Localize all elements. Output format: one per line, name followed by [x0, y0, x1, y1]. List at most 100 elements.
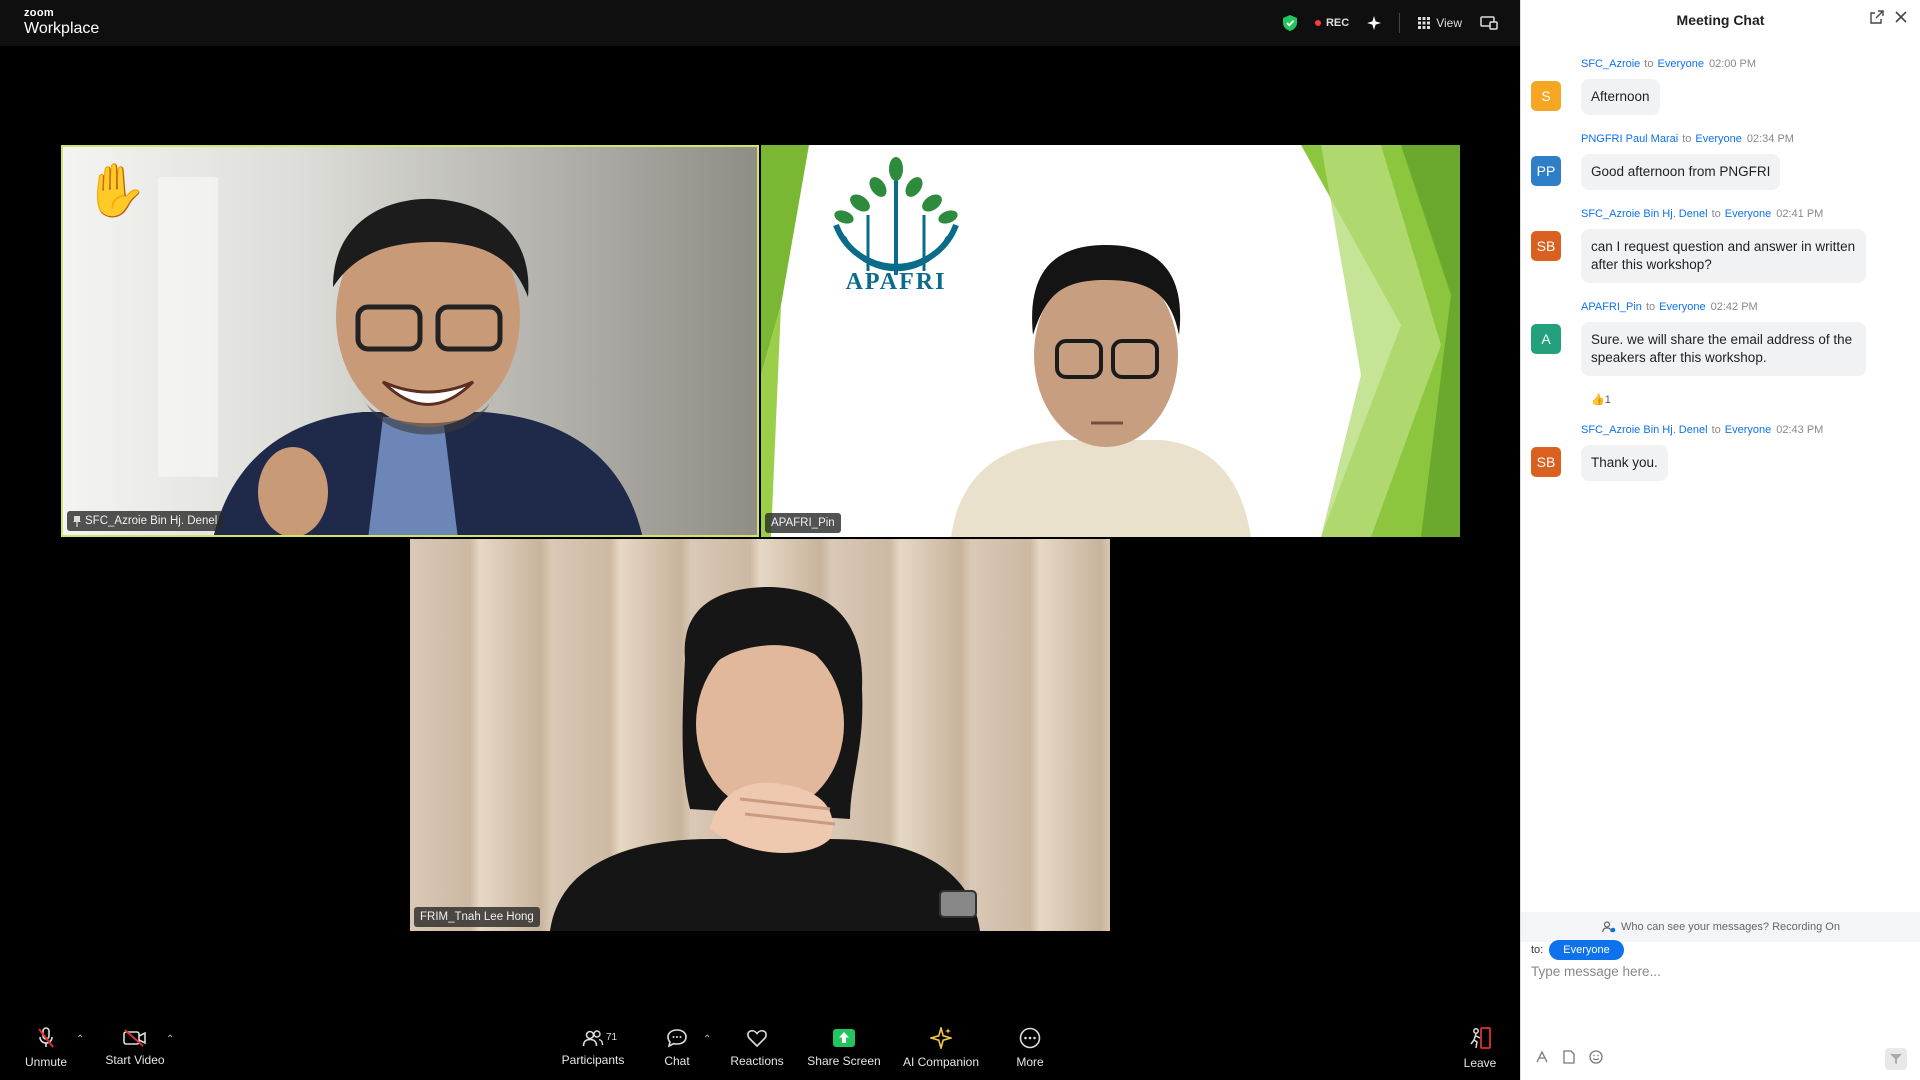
view-label: View [1436, 16, 1462, 30]
view-button[interactable]: View [1418, 16, 1462, 30]
message-recipient: Everyone [1695, 133, 1742, 145]
avatar: SB [1531, 231, 1561, 261]
privacy-notice[interactable]: Who can see your messages? Recording On [1521, 912, 1920, 942]
message-time: 02:43 PM [1776, 424, 1824, 436]
participants-icon [582, 1030, 604, 1047]
to-word: to [1711, 208, 1721, 220]
chat-message[interactable]: SFC_Azroie to Everyone 02:00 PM S Afternoon [1531, 58, 1911, 118]
file-icon[interactable] [1563, 1050, 1575, 1064]
more-button[interactable]: More [1010, 1016, 1050, 1080]
chat-message[interactable]: APAFRI_Pin to Everyone 02:42 PM A Sure. we … [1531, 301, 1911, 409]
apafri-logo [833, 157, 959, 275]
divider [1399, 13, 1401, 33]
brand-top: zoom [24, 7, 54, 19]
privacy-icon [1602, 921, 1616, 933]
recording-indicator[interactable]: REC [1314, 17, 1350, 29]
message-sender[interactable]: SFC_Azroie Bin Hj. Denel [1581, 208, 1708, 220]
participant-name-tag: FRIM_Tnah Lee Hong [414, 907, 540, 927]
chat-panel: Meeting Chat SFC_Azroie to Everyone 02:00 P… [1520, 0, 1920, 1080]
chat-message[interactable]: SFC_Azroie Bin Hj. Denel to Everyone 02:41 … [1531, 208, 1911, 288]
chat-options-caret[interactable]: ⌃ [703, 1034, 711, 1045]
participant-name: APAFRI_Pin [771, 517, 835, 529]
message-recipient: Everyone [1657, 58, 1704, 70]
chat-message[interactable]: SFC_Azroie Bin Hj. Denel to Everyone 02:43 … [1531, 424, 1911, 484]
meeting-toolbar: Unmute ⌃ Start Video ⌃ Participants 71 C… [0, 1016, 1520, 1080]
message-meta: PNGFRI Paul Marai to Everyone 02:34 PM [1581, 133, 1794, 145]
message-input[interactable] [1531, 964, 1911, 979]
message-sender[interactable]: APAFRI_Pin [1581, 301, 1642, 313]
brand-logo: zoom Workplace [24, 8, 99, 37]
message-time: 02:00 PM [1708, 58, 1757, 70]
recipient-dropdown[interactable]: Everyone [1549, 940, 1624, 960]
message-bubble: Afternoon [1581, 79, 1660, 115]
avatar: S [1531, 81, 1561, 111]
message-reaction[interactable]: 👍1 [1591, 393, 1611, 406]
send-icon [1890, 1054, 1902, 1064]
screen-icon[interactable] [1480, 16, 1498, 30]
message-bubble: can I request question and answer in wri… [1581, 229, 1866, 283]
more-label: More [1016, 1055, 1044, 1069]
video-tile-frim[interactable]: FRIM_Tnah Lee Hong [410, 539, 1110, 931]
ai-companion-icon [930, 1027, 952, 1049]
shield-icon[interactable] [1282, 15, 1297, 31]
share-screen-button[interactable]: Share Screen [804, 1016, 884, 1080]
top-bar-controls: REC View [1282, 0, 1498, 46]
audio-options-caret[interactable]: ⌃ [76, 1034, 84, 1045]
apafri-logo-text: APAFRI [846, 269, 947, 295]
popout-icon[interactable] [1870, 10, 1884, 24]
reactions-icon [747, 1029, 767, 1048]
rec-dot-icon [1314, 20, 1321, 26]
participants-button[interactable]: Participants [556, 1016, 630, 1080]
video-tile-apafri[interactable]: APAFRI APAFRI_Pin [761, 145, 1460, 537]
message-meta: SFC_Azroie Bin Hj. Denel to Everyone 02:43 … [1581, 424, 1823, 436]
leave-button[interactable]: Leave [1460, 1016, 1500, 1080]
video-options-caret[interactable]: ⌃ [166, 1034, 174, 1045]
share-screen-icon [833, 1029, 855, 1047]
chat-button[interactable]: Chat [658, 1016, 696, 1080]
privacy-text: Who can see your messages? Recording On [1621, 921, 1840, 933]
to-word: to [1682, 133, 1692, 145]
video-muted-icon [123, 1029, 146, 1047]
participant-name-tag: SFC_Azroie Bin Hj. Denel [67, 511, 224, 531]
unmute-button[interactable]: Unmute [18, 1016, 74, 1080]
mic-muted-icon [38, 1027, 54, 1048]
participant-video: APAFRI [761, 145, 1460, 537]
message-bubble: Thank you. [1581, 445, 1668, 481]
share-screen-label: Share Screen [807, 1054, 881, 1068]
message-meta: SFC_Azroie Bin Hj. Denel to Everyone 02:41 … [1581, 208, 1823, 220]
message-time: 02:41 PM [1776, 208, 1824, 220]
rec-label: REC [1325, 17, 1350, 29]
message-sender[interactable]: SFC_Azroie Bin Hj. Denel [1581, 424, 1708, 436]
message-time: 02:42 PM [1710, 301, 1758, 313]
top-bar: zoom Workplace REC View [0, 0, 1520, 46]
composer-tools [1535, 1050, 1603, 1064]
message-time: 02:34 PM [1746, 133, 1794, 145]
start-video-button[interactable]: Start Video [100, 1016, 170, 1080]
emoji-icon[interactable] [1589, 1050, 1603, 1064]
to-word: to [1644, 58, 1654, 70]
to-word: to [1645, 301, 1656, 313]
brand-bottom: Workplace [24, 20, 100, 37]
message-bubble: Good afternoon from PNGFRI [1581, 154, 1781, 190]
sparkle-icon[interactable] [1367, 16, 1382, 30]
participant-name: SFC_Azroie Bin Hj. Denel [85, 515, 218, 527]
chat-message[interactable]: PNGFRI Paul Marai to Everyone 02:34 PM PP G… [1531, 133, 1911, 193]
pin-icon [73, 515, 81, 527]
ai-companion-label: AI Companion [902, 1055, 980, 1069]
message-bubble: Sure. we will share the email address of… [1581, 322, 1866, 376]
start-video-label: Start Video [105, 1053, 165, 1067]
send-button[interactable] [1885, 1048, 1907, 1070]
ai-companion-button[interactable]: AI Companion [900, 1016, 982, 1080]
unmute-label: Unmute [24, 1055, 68, 1069]
reactions-button[interactable]: Reactions [726, 1016, 788, 1080]
participant-video [158, 177, 642, 535]
video-tile-active-speaker[interactable]: ✋ SFC_Azroie Bin Hj. Denel [61, 145, 759, 537]
message-sender[interactable]: PNGFRI Paul Marai [1581, 133, 1678, 145]
close-icon[interactable] [1894, 10, 1908, 24]
to-label: to: [1531, 944, 1544, 956]
format-icon[interactable] [1535, 1050, 1549, 1064]
message-recipient: Everyone [1724, 208, 1772, 220]
participant-video [550, 587, 980, 931]
message-sender[interactable]: SFC_Azroie [1581, 58, 1640, 70]
participant-name: FRIM_Tnah Lee Hong [420, 911, 534, 923]
